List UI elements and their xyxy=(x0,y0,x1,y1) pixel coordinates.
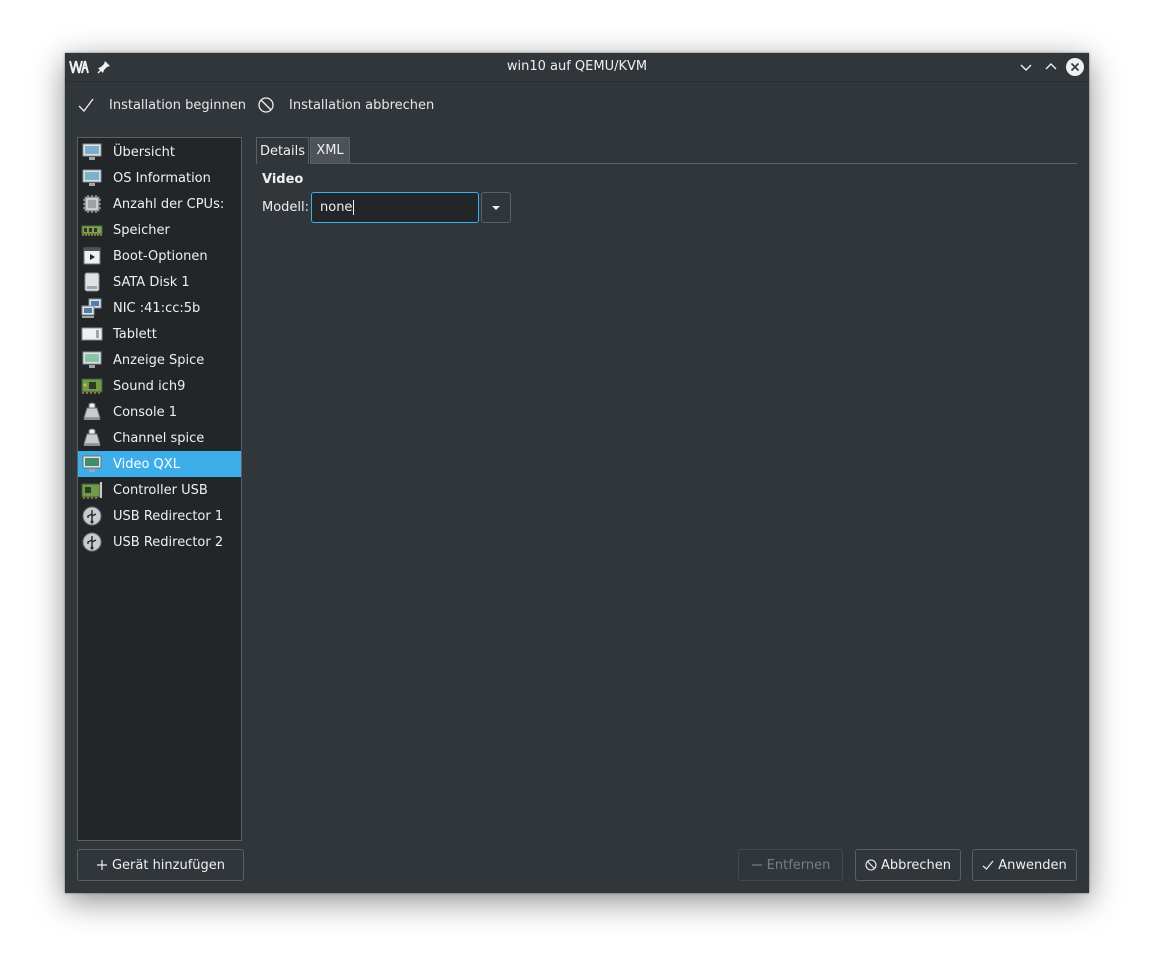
sidebar-item-nic[interactable]: NIC :41:cc:5b xyxy=(78,295,241,321)
sidebar-item-label: OS Information xyxy=(113,170,211,186)
serial-icon xyxy=(83,402,101,420)
memory-icon xyxy=(81,225,103,236)
tab-xml[interactable]: XML xyxy=(310,137,350,164)
sidebar-item-boot-options[interactable]: Boot-Optionen xyxy=(78,243,241,269)
sidebar-item-usb-redirector-2[interactable]: USB Redirector 2 xyxy=(78,529,241,555)
sidebar-item-label: USB Redirector 1 xyxy=(113,508,224,524)
sidebar-item-label: SATA Disk 1 xyxy=(113,274,190,290)
remove-button[interactable]: Entfernen xyxy=(738,849,843,881)
usb-icon xyxy=(82,532,102,552)
title-bar: win10 auf QEMU/KVM xyxy=(65,53,1089,82)
model-input[interactable]: none xyxy=(311,192,479,223)
install-begin-button[interactable]: Installation beginnen xyxy=(77,95,246,115)
apply-label: Anwenden xyxy=(998,857,1067,873)
controller-icon xyxy=(81,482,102,499)
sidebar-item-label: Sound ich9 xyxy=(113,378,186,394)
sidebar-item-label: Anzeige Spice xyxy=(113,352,205,368)
minimize-icon[interactable] xyxy=(1017,58,1035,76)
tab-divider xyxy=(350,163,1077,164)
model-label: Modell: xyxy=(262,200,310,215)
sidebar-item-label: Übersicht xyxy=(113,144,175,160)
sidebar-item-sata-disk[interactable]: SATA Disk 1 xyxy=(78,269,241,295)
install-begin-label: Installation beginnen xyxy=(109,97,246,113)
sidebar-item-label: Boot-Optionen xyxy=(113,248,208,264)
sidebar-item-label: NIC :41:cc:5b xyxy=(113,300,201,316)
boot-icon xyxy=(83,247,101,265)
check-icon xyxy=(982,860,994,870)
hardware-list: Übersicht OS Information Anzahl der CPUs… xyxy=(77,137,242,841)
sidebar-item-label: Anzahl der CPUs: xyxy=(113,196,225,212)
tablet-icon xyxy=(81,327,103,341)
sidebar-item-label: Tablett xyxy=(113,326,157,342)
video-icon xyxy=(82,455,102,472)
chevron-down-icon xyxy=(492,205,500,210)
cancel-label: Abbrechen xyxy=(880,857,952,873)
add-device-button[interactable]: Gerät hinzufügen xyxy=(77,849,244,881)
sidebar-item-channel-spice[interactable]: Channel spice xyxy=(78,425,241,451)
model-input-value: none xyxy=(320,200,353,215)
sidebar-item-usb-redirector-1[interactable]: USB Redirector 1 xyxy=(78,503,241,529)
sidebar-item-display-spice[interactable]: Anzeige Spice xyxy=(78,347,241,373)
sidebar-item-overview[interactable]: Übersicht xyxy=(78,139,241,165)
apply-button[interactable]: Anwenden xyxy=(972,849,1077,881)
section-title: Video xyxy=(262,172,304,187)
dialog-window: win10 auf QEMU/KVM Installation beginnen… xyxy=(65,53,1089,893)
sidebar-item-label: Controller USB xyxy=(113,482,208,498)
cancel-icon xyxy=(865,859,877,871)
cancel-icon xyxy=(258,97,274,113)
sidebar-item-os-information[interactable]: OS Information xyxy=(78,165,241,191)
sidebar-item-tablet[interactable]: Tablett xyxy=(78,321,241,347)
usb-icon xyxy=(82,506,102,526)
network-icon xyxy=(81,298,102,318)
install-abort-button[interactable]: Installation abbrechen xyxy=(257,95,434,115)
sidebar-item-console[interactable]: Console 1 xyxy=(78,399,241,425)
model-dropdown-button[interactable] xyxy=(481,192,511,223)
sidebar-item-video-qxl[interactable]: Video QXL xyxy=(78,451,241,477)
cpu-icon xyxy=(83,195,101,213)
tab-details[interactable]: Details xyxy=(256,137,309,164)
monitor-icon xyxy=(82,143,102,160)
sidebar-item-label: Channel spice xyxy=(113,430,205,446)
plus-icon xyxy=(96,860,107,870)
sidebar-item-cpus[interactable]: Anzahl der CPUs: xyxy=(78,191,241,217)
sidebar-item-label: Video QXL xyxy=(113,456,180,472)
display-icon xyxy=(82,351,102,368)
text-cursor xyxy=(353,200,355,215)
sound-card-icon xyxy=(81,378,103,394)
sidebar-item-controller-usb[interactable]: Controller USB xyxy=(78,477,241,503)
sidebar-item-label: Console 1 xyxy=(113,404,178,420)
sidebar-item-memory[interactable]: Speicher xyxy=(78,217,241,243)
close-icon[interactable] xyxy=(1066,58,1084,76)
remove-label: Entfernen xyxy=(766,857,831,873)
channel-icon xyxy=(83,428,101,446)
sidebar-item-label: Speicher xyxy=(113,222,170,238)
sidebar-item-sound[interactable]: Sound ich9 xyxy=(78,373,241,399)
cancel-button[interactable]: Abbrechen xyxy=(855,849,961,881)
check-icon xyxy=(78,98,94,112)
disk-icon xyxy=(84,272,100,292)
window-title: win10 auf QEMU/KVM xyxy=(506,59,648,74)
minus-icon xyxy=(751,864,762,866)
add-device-label: Gerät hinzufügen xyxy=(111,857,226,873)
sidebar-item-label: USB Redirector 2 xyxy=(113,534,224,550)
maximize-icon[interactable] xyxy=(1042,58,1060,76)
install-abort-label: Installation abbrechen xyxy=(289,97,435,113)
monitor-info-icon xyxy=(82,169,102,186)
